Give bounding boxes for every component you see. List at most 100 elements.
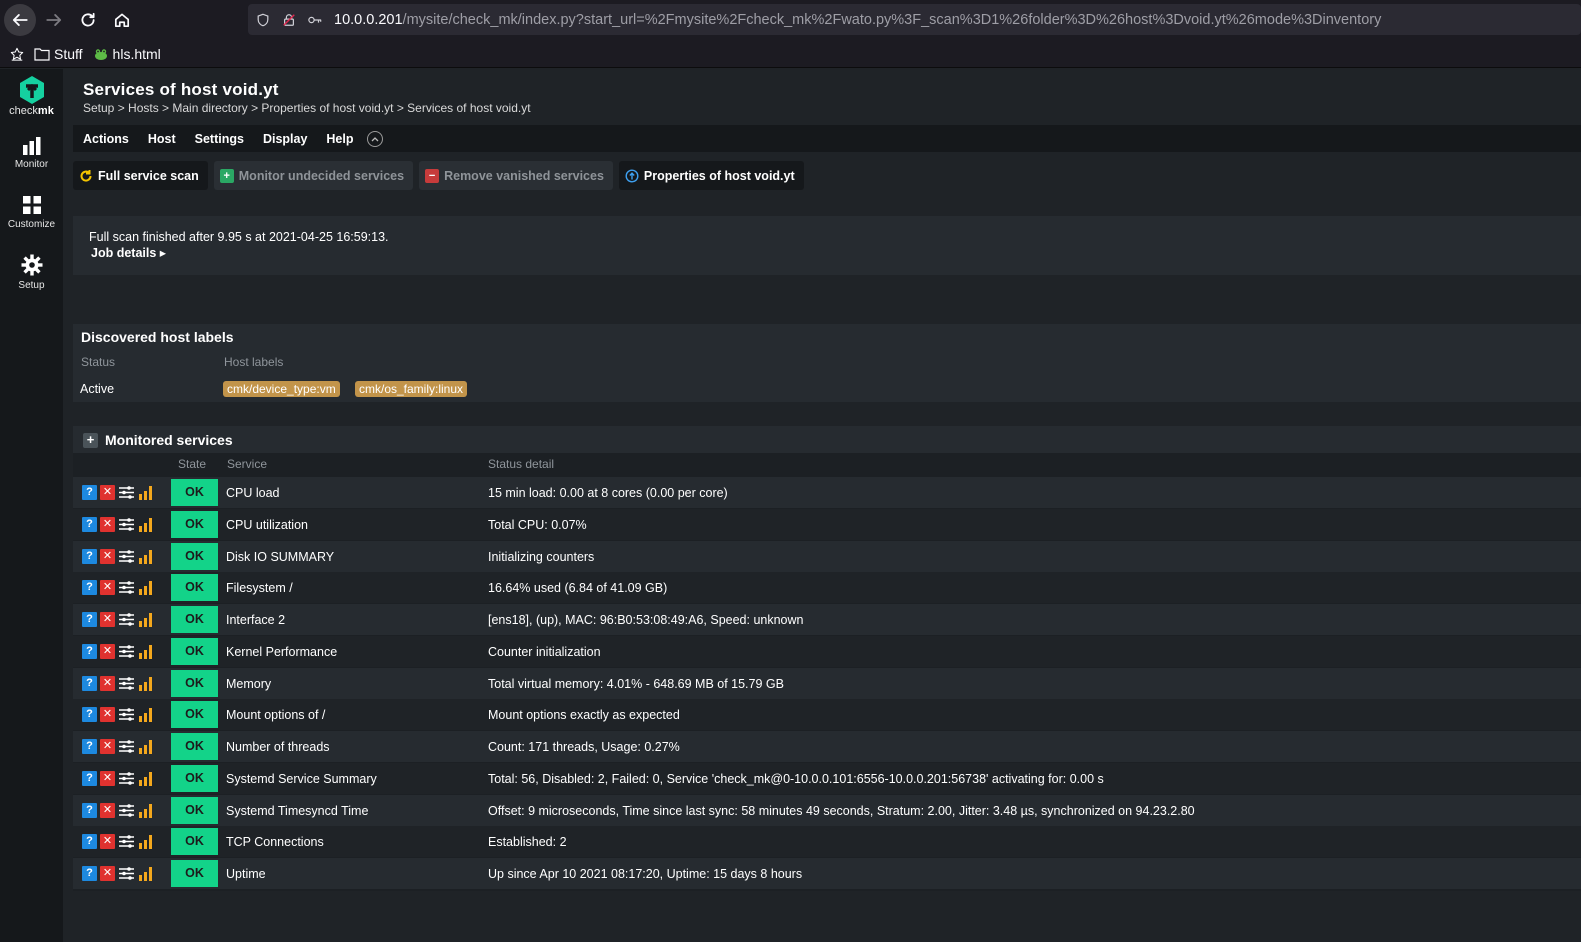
disable-icon[interactable]: ✕ <box>100 770 115 786</box>
disable-icon[interactable]: ✕ <box>100 834 115 850</box>
perfgraph-icon[interactable] <box>138 707 154 723</box>
parameters-icon[interactable] <box>118 485 135 500</box>
host-properties-button[interactable]: Properties of host void.yt <box>618 161 804 190</box>
host-label-tag[interactable]: cmk/os_family:linux <box>355 381 468 397</box>
service-name[interactable]: Number of threads <box>226 740 330 754</box>
perfgraph-icon[interactable] <box>138 739 154 754</box>
help-icon[interactable]: ? <box>82 548 97 564</box>
disable-icon[interactable]: ✕ <box>100 643 115 659</box>
menu-display[interactable]: Display <box>263 132 307 146</box>
perfgraph-icon[interactable] <box>138 803 154 818</box>
service-status-detail: 16.64% used (6.84 of 41.09 GB) <box>488 581 668 596</box>
parameters-icon[interactable] <box>118 517 135 532</box>
menu-actions[interactable]: Actions <box>83 132 129 146</box>
perfgraph-icon[interactable] <box>138 549 154 564</box>
monitored-services-header[interactable]: + Monitored services <box>73 426 1581 453</box>
help-icon[interactable]: ? <box>82 707 97 723</box>
help-icon[interactable]: ? <box>82 485 97 500</box>
menu-host[interactable]: Host <box>148 132 176 146</box>
help-icon[interactable]: ? <box>82 675 97 691</box>
parameters-icon[interactable] <box>118 739 135 754</box>
service-name[interactable]: Kernel Performance <box>226 645 337 659</box>
help-icon[interactable]: ? <box>82 643 97 659</box>
sidebar-item-setup[interactable]: Setup <box>0 254 63 291</box>
bookmark-stuff[interactable]: Stuff <box>34 46 83 62</box>
bookmark-star-icon[interactable] <box>10 47 24 61</box>
monitor-undecided-services-button[interactable]: + Monitor undecided services <box>213 161 414 190</box>
parameters-icon[interactable] <box>118 803 135 818</box>
service-name[interactable]: Memory <box>226 677 271 691</box>
help-icon[interactable]: ? <box>82 770 97 786</box>
service-name[interactable]: CPU utilization <box>226 518 308 532</box>
forward-button[interactable] <box>38 4 70 36</box>
perfgraph-icon[interactable] <box>138 676 154 691</box>
parameters-icon[interactable] <box>118 866 135 881</box>
parameters-icon[interactable] <box>118 580 135 595</box>
parameters-icon[interactable] <box>118 612 135 627</box>
url-host: 10.0.0.201 <box>334 11 403 28</box>
parameters-icon[interactable] <box>118 707 135 722</box>
parameters-icon[interactable] <box>118 676 135 691</box>
disable-icon[interactable]: ✕ <box>100 548 115 564</box>
shield-icon[interactable] <box>252 9 274 31</box>
bar-chart-icon <box>22 137 40 155</box>
disable-icon[interactable]: ✕ <box>100 802 115 818</box>
disable-icon[interactable]: ✕ <box>100 739 115 754</box>
help-icon[interactable]: ? <box>82 580 97 596</box>
perfgraph-icon[interactable] <box>138 517 154 532</box>
service-name[interactable]: Filesystem / <box>226 581 293 595</box>
menu-settings[interactable]: Settings <box>195 132 244 146</box>
reload-button[interactable] <box>72 4 104 36</box>
perfgraph-icon[interactable] <box>138 771 154 786</box>
service-name[interactable]: TCP Connections <box>226 835 324 849</box>
service-name[interactable]: Mount options of / <box>226 708 325 722</box>
service-name[interactable]: Interface 2 <box>226 613 285 627</box>
service-name[interactable]: Uptime <box>226 867 266 881</box>
address-bar[interactable]: 10.0.0.201/mysite/check_mk/index.py?star… <box>248 4 1581 35</box>
help-icon[interactable]: ? <box>82 834 97 850</box>
disable-icon[interactable]: ✕ <box>100 707 115 723</box>
disable-icon[interactable]: ✕ <box>100 866 115 881</box>
parameters-icon[interactable] <box>118 771 135 786</box>
help-icon[interactable]: ? <box>82 516 97 532</box>
sidebar-item-customize[interactable]: Customize <box>0 195 63 230</box>
disable-icon[interactable]: ✕ <box>100 675 115 691</box>
perfgraph-icon[interactable] <box>138 485 154 500</box>
sidebar-item-monitor[interactable]: Monitor <box>0 137 63 170</box>
full-service-scan-button[interactable]: Full service scan <box>73 161 208 190</box>
help-icon[interactable]: ? <box>82 866 97 881</box>
perfgraph-icon[interactable] <box>138 834 154 850</box>
service-name[interactable]: Disk IO SUMMARY <box>226 550 334 564</box>
row-actions: ? ✕ <box>82 485 154 500</box>
perfgraph-icon[interactable] <box>138 644 154 659</box>
service-name[interactable]: CPU load <box>226 486 280 500</box>
service-name[interactable]: Systemd Timesyncd Time <box>226 804 368 818</box>
bookmark-hls[interactable]: hls.html <box>93 46 161 62</box>
back-button[interactable] <box>4 4 36 36</box>
help-icon[interactable]: ? <box>82 739 97 754</box>
insecure-lock-icon[interactable] <box>278 9 300 31</box>
host-label-tag[interactable]: cmk/device_type:vm <box>223 381 340 397</box>
menu-help[interactable]: Help <box>326 132 353 146</box>
perfgraph-icon[interactable] <box>138 580 154 596</box>
service-name[interactable]: Systemd Service Summary <box>226 772 377 786</box>
remove-vanished-services-button[interactable]: − Remove vanished services <box>419 161 613 190</box>
key-icon[interactable] <box>304 9 326 31</box>
perfgraph-icon[interactable] <box>138 612 154 627</box>
disable-icon[interactable]: ✕ <box>100 612 115 627</box>
parameters-icon[interactable] <box>118 834 135 849</box>
expand-icon[interactable]: + <box>83 433 98 448</box>
help-icon[interactable]: ? <box>82 612 97 627</box>
breadcrumb[interactable]: Setup > Hosts > Main directory > Propert… <box>83 101 531 115</box>
parameters-icon[interactable] <box>118 549 135 564</box>
disable-icon[interactable]: ✕ <box>100 485 115 500</box>
checkmk-logo[interactable]: checkmk <box>0 75 63 117</box>
help-icon[interactable]: ? <box>82 802 97 818</box>
parameters-icon[interactable] <box>118 644 135 659</box>
perfgraph-icon[interactable] <box>138 866 154 881</box>
job-details-link[interactable]: Job details ▸ <box>91 245 166 260</box>
disable-icon[interactable]: ✕ <box>100 580 115 596</box>
collapse-toggle-icon[interactable] <box>366 130 383 147</box>
disable-icon[interactable]: ✕ <box>100 516 115 532</box>
home-button[interactable] <box>106 4 138 36</box>
